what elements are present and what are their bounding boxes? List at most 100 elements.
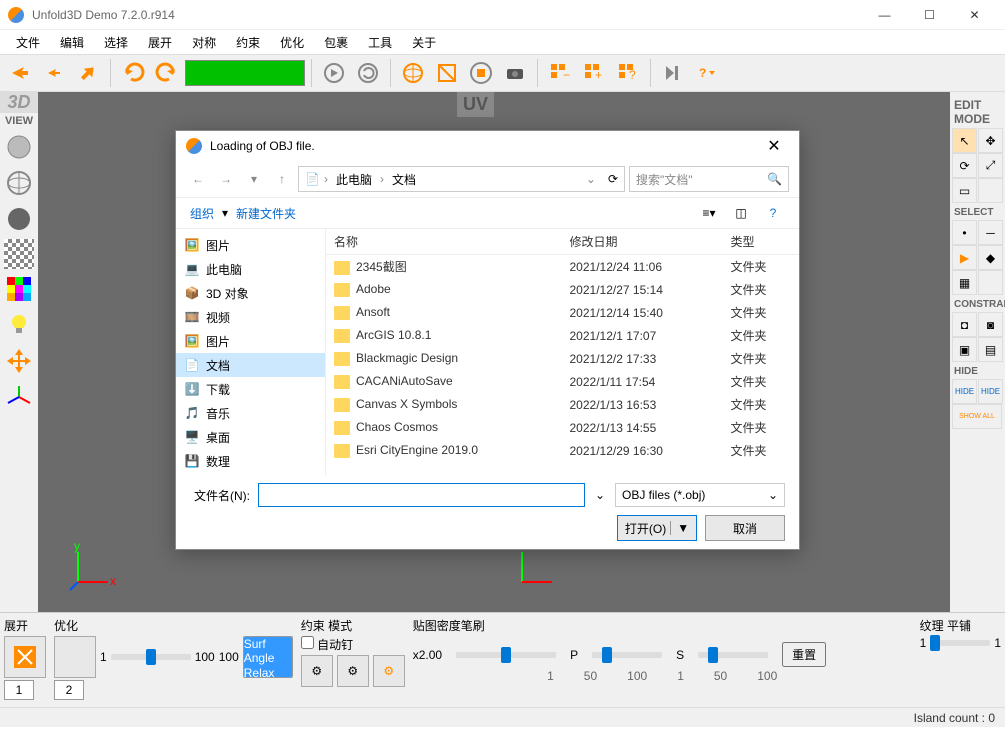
file-row[interactable]: Canvas X Symbols2022/1/13 16:53文件夹 [326, 393, 799, 416]
undo-icon[interactable] [117, 57, 149, 89]
unpin-icon[interactable]: ◙ [978, 312, 1003, 337]
nav-back-icon[interactable]: ← [186, 167, 210, 191]
menu-about[interactable]: 关于 [404, 32, 444, 53]
folder-tree[interactable]: 🖼️图片💻此电脑📦3D 对象🎞️视频🖼️图片📄文档⬇️下载🎵音乐🖥️桌面💾数理 [176, 229, 326, 475]
pointer-icon[interactable]: ↖ [952, 128, 977, 153]
maximize-button[interactable]: ☐ [907, 0, 952, 30]
tree-item[interactable]: 📄文档 [176, 353, 325, 377]
view-mode-icon[interactable]: ≡▾ [697, 201, 721, 225]
blank-tool[interactable] [978, 178, 1003, 203]
preview-pane-icon[interactable]: ◫ [729, 201, 753, 225]
col-type[interactable]: 类型 [722, 229, 799, 255]
camera-icon[interactable] [499, 57, 531, 89]
cut-icon[interactable] [431, 57, 463, 89]
tree-item[interactable]: 🎵音乐 [176, 401, 325, 425]
brush-slider-2[interactable] [592, 652, 662, 658]
sphere-dark-icon[interactable] [2, 202, 36, 236]
autopin-checkbox[interactable]: 自动钉 [301, 636, 353, 653]
gear-2-icon[interactable]: ⚙ [337, 655, 369, 687]
tree-item[interactable]: 💾数理 [176, 449, 325, 473]
optimize-button[interactable] [54, 636, 96, 678]
menu-select[interactable]: 选择 [96, 32, 136, 53]
island-select-icon[interactable]: ◆ [978, 245, 1003, 270]
file-row[interactable]: ArcGIS 10.8.12021/12/1 17:07文件夹 [326, 324, 799, 347]
help-arrow-icon[interactable]: ? [691, 57, 723, 89]
tile-slider[interactable] [930, 640, 990, 646]
menu-file[interactable]: 文件 [8, 32, 48, 53]
grid-help-icon[interactable]: ? [612, 57, 644, 89]
edge-select-icon[interactable]: ─ [978, 220, 1003, 245]
menu-constraint[interactable]: 约束 [228, 32, 268, 53]
col-name[interactable]: 名称 [326, 229, 562, 255]
path-bar[interactable]: 📄› 此电脑› 文档 ⌄⟳ [298, 166, 625, 192]
organize-button[interactable]: 组织 [190, 205, 214, 222]
lightbulb-icon[interactable] [2, 308, 36, 342]
nav-forward-icon[interactable]: → [214, 167, 238, 191]
arrow-small-icon[interactable] [38, 57, 70, 89]
blank-select[interactable] [978, 270, 1003, 295]
search-input[interactable]: 搜索"文档"🔍 [629, 166, 789, 192]
scale-tool-icon[interactable]: ⤢ [978, 153, 1003, 178]
dialog-close-button[interactable]: ✕ [759, 136, 789, 156]
constraint-b-icon[interactable]: ▤ [978, 337, 1003, 362]
file-row[interactable]: Chaos Cosmos2022/1/13 14:55文件夹 [326, 416, 799, 439]
point-select-icon[interactable]: • [952, 220, 977, 245]
sphere-solid-icon[interactable] [2, 130, 36, 164]
file-row[interactable]: Ansoft2021/12/14 15:40文件夹 [326, 301, 799, 324]
globe-icon[interactable] [397, 57, 429, 89]
face-select-icon[interactable]: ▶ [952, 245, 977, 270]
tree-item[interactable]: 🖥️桌面 [176, 425, 325, 449]
file-row[interactable]: 2345截图2021/12/24 11:06文件夹 [326, 255, 799, 279]
gear-3-icon[interactable]: ⚙ [373, 655, 405, 687]
sphere-refresh-icon[interactable] [352, 57, 384, 89]
minimize-button[interactable]: — [862, 0, 907, 30]
stop-icon[interactable] [465, 57, 497, 89]
move-tool-icon[interactable]: ✥ [978, 128, 1003, 153]
checker-icon[interactable] [4, 239, 34, 269]
path-seg-docs[interactable]: 文档 [388, 171, 420, 188]
tree-item[interactable]: 📦3D 对象 [176, 281, 325, 305]
reset-button[interactable]: 重置 [782, 642, 826, 667]
file-list[interactable]: 名称 修改日期 类型 2345截图2021/12/24 11:06文件夹Adob… [326, 229, 799, 475]
menu-symmetry[interactable]: 对称 [184, 32, 224, 53]
grid-plus-icon[interactable]: + [578, 57, 610, 89]
menu-edit[interactable]: 编辑 [52, 32, 92, 53]
close-button[interactable]: ✕ [952, 0, 997, 30]
col-date[interactable]: 修改日期 [562, 229, 723, 255]
tree-item[interactable]: ⬇️下载 [176, 377, 325, 401]
file-row[interactable]: CACANiAutoSave2022/1/11 17:54文件夹 [326, 370, 799, 393]
tree-item[interactable]: 💻此电脑 [176, 257, 325, 281]
hide-button[interactable]: HIDE [952, 379, 977, 404]
newfolder-button[interactable]: 新建文件夹 [236, 205, 296, 222]
cancel-button[interactable]: 取消 [705, 515, 785, 541]
tree-item[interactable]: 🎞️视频 [176, 305, 325, 329]
grid-minus-icon[interactable]: − [544, 57, 576, 89]
arrow-up-icon[interactable] [72, 57, 104, 89]
brush-slider-3[interactable] [698, 652, 768, 658]
pin-icon[interactable]: ◘ [952, 312, 977, 337]
expand-field[interactable] [4, 680, 34, 700]
menu-unfold[interactable]: 展开 [140, 32, 180, 53]
menu-tools[interactable]: 工具 [360, 32, 400, 53]
arrow-icon[interactable] [4, 57, 36, 89]
help-icon[interactable]: ? [761, 201, 785, 225]
axis-icon[interactable] [2, 380, 36, 414]
nav-recent-icon[interactable]: ▾ [242, 167, 266, 191]
move-icon[interactable] [2, 344, 36, 378]
constraint-a-icon[interactable]: ▣ [952, 337, 977, 362]
opt-slider[interactable] [111, 654, 191, 660]
menu-wrap[interactable]: 包裹 [316, 32, 356, 53]
open-button[interactable]: 打开(O) ▼ [617, 515, 697, 541]
show-all-button[interactable]: SHOW ALL [952, 404, 1002, 429]
file-row[interactable]: Esri CityEngine 2019.02021/12/29 16:30文件… [326, 439, 799, 462]
all-select-icon[interactable]: ▦ [952, 270, 977, 295]
filetype-combo[interactable]: OBJ files (*.obj)⌄ [615, 483, 785, 507]
gear-1-icon[interactable]: ⚙ [301, 655, 333, 687]
tree-item[interactable]: 🖼️图片 [176, 233, 325, 257]
color-grid-icon[interactable] [2, 272, 36, 306]
sphere-play-icon[interactable] [318, 57, 350, 89]
nav-up-icon[interactable]: ↑ [270, 167, 294, 191]
sphere-wire-icon[interactable] [2, 166, 36, 200]
expand-button[interactable] [4, 636, 46, 678]
filename-input[interactable] [258, 483, 585, 507]
